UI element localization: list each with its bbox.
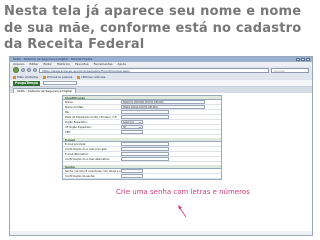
field-label: Data de Expedição do RG / Emissor / Uf: [65,115,118,119]
field-label: Nome da Mãe: [65,105,84,109]
toolbar-brand[interactable]: PoupaTempo [13,80,40,86]
slide-title: Nesta tela já aparece seu nome e nome de… [4,4,302,52]
menu-item-exibir[interactable]: Exibir [43,62,51,66]
mother-name-field: MARIA DALVA ROCHA DELMAS [121,105,205,109]
field-label: Confirmação da senha: [65,174,95,178]
name-field: MARCOS ANTONIO ROCHA DELMAS [121,100,205,104]
field-label: E-mail alternativo: [65,152,89,156]
registration-form: Identificação Nome: MARCOS ANTONIO ROCHA… [62,95,222,180]
password-confirm-field[interactable] [121,174,143,178]
bookmark-item[interactable]: Mais visitados [13,75,38,79]
field-label: Confirmação do e-mail alternativo: [65,157,111,161]
browser-screenshot: SCPA - Sistema de Segurança Digital - Mo… [9,56,313,236]
issuer-select[interactable]: Selecione [121,120,143,124]
bookmark-item[interactable]: Últimas notícias [77,75,105,79]
forward-icon[interactable] [21,68,25,72]
bookmark-label: Mais visitados [17,75,39,79]
field-label: Senha (mínimo 8 caracteres com letras e … [65,169,121,173]
rg-field[interactable] [121,110,169,114]
password-field[interactable] [121,169,143,173]
close-button[interactable] [306,58,310,61]
navigation-bar: https://www.scpa.sp.gov.br/scpa/public/F… [10,66,312,74]
menu-item-ajuda[interactable]: Ajuda [118,62,127,66]
alt-email-confirm-field[interactable] [121,157,169,161]
field-label: UF Órgão Expedidor: [65,125,92,129]
field-label: CEP: [65,130,71,134]
email-confirm-field[interactable] [121,147,169,151]
field-label: RG: [65,110,70,114]
reload-icon[interactable] [27,68,31,72]
menu-item-arquivo[interactable]: Arquivo [13,62,24,66]
field-label: Órgão Expedidor: [65,120,88,124]
maximize-button[interactable] [301,58,305,61]
back-icon[interactable] [13,67,19,73]
arrow-line [179,207,187,218]
window-title: SCPA - Sistema de Segurança Digital - Mo… [13,57,93,61]
bookmark-label: Primeiros passos [47,75,73,79]
bookmark-label: Últimas notícias [81,75,106,79]
arrow-head [178,205,182,210]
issuer-state-select[interactable]: SP [121,125,143,129]
address-bar[interactable]: https://www.scpa.sp.gov.br/scpa/public/F… [39,67,269,73]
annotation-text: Crie uma senha com letras e números [116,188,250,196]
addon-toolbar: PoupaTempo [10,80,312,87]
toolbar-search-field[interactable] [42,81,77,85]
minimize-button[interactable] [296,58,300,61]
alt-email-field[interactable] [121,152,169,156]
page-content: Identificação Nome: MARCOS ANTONIO ROCHA… [10,93,312,231]
window-controls [296,58,310,61]
menu-item-ferramentas[interactable]: Ferramentas [94,62,113,66]
bookmark-icon [13,75,16,79]
menu-item-historico[interactable]: Histórico [57,62,70,66]
bookmark-icon [43,75,47,79]
cep-field[interactable] [121,130,143,134]
home-icon[interactable] [33,68,37,72]
form-row: Confirmação da senha: [63,174,221,179]
field-label: Confirmação do e-mail principal: [65,147,108,151]
menu-item-favoritos[interactable]: Favoritos [75,62,89,66]
email-field[interactable] [121,142,169,146]
rg-date-field[interactable] [121,115,169,119]
window-titlebar: SCPA - Sistema de Segurança Digital - Mo… [10,57,312,62]
field-label: Nome: [65,100,74,104]
bookmark-icon [77,75,81,79]
bookmark-item[interactable]: Primeiros passos [43,75,72,79]
menu-item-editar[interactable]: Editar [29,62,38,66]
field-label: E-mail principal: [65,142,87,146]
search-input[interactable]: Google [271,67,309,73]
